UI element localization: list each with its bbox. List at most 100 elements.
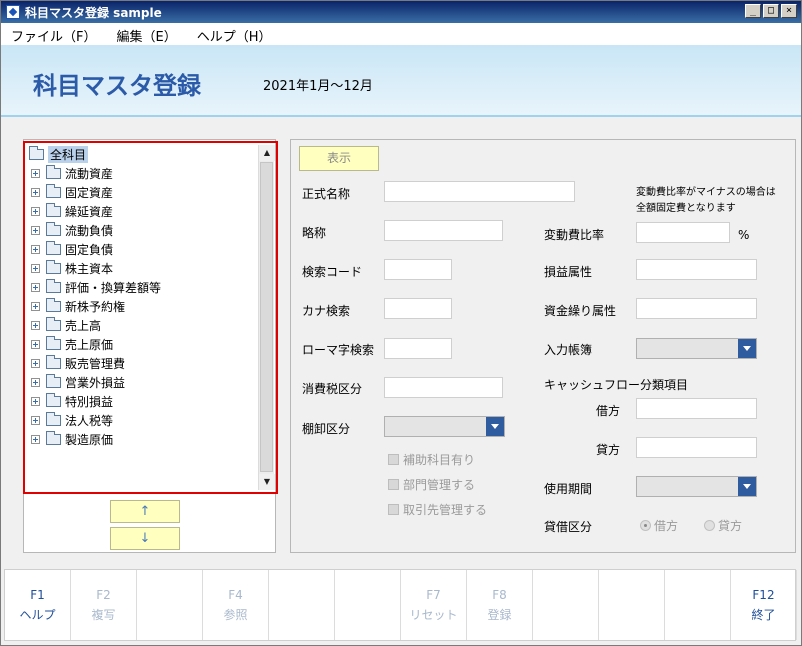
partner-checkbox[interactable]: 取引先管理する bbox=[388, 501, 487, 518]
tree-item[interactable]: 固定資産 bbox=[27, 183, 113, 202]
expand-icon[interactable] bbox=[31, 245, 40, 254]
tree-item[interactable]: 評価・換算差額等 bbox=[27, 278, 161, 297]
chevron-down-icon[interactable] bbox=[738, 477, 756, 496]
tree-item[interactable]: 製造原価 bbox=[27, 430, 113, 449]
tree-item[interactable]: 営業外損益 bbox=[27, 373, 125, 392]
close-button[interactable]: × bbox=[781, 4, 797, 18]
expand-icon[interactable] bbox=[31, 169, 40, 178]
function-key-f12[interactable]: F12 終了 bbox=[731, 570, 797, 640]
tree-item[interactable]: 売上高 bbox=[27, 316, 101, 335]
variable-cost-ratio-input[interactable] bbox=[636, 222, 730, 243]
period-of-use-select[interactable] bbox=[636, 476, 757, 497]
tree-item[interactable]: 販売管理費 bbox=[27, 354, 125, 373]
tree-item-label: 新株予約権 bbox=[65, 300, 126, 314]
show-button[interactable]: 表示 bbox=[299, 146, 379, 171]
menu-help[interactable]: ヘルプ（H） bbox=[187, 23, 282, 45]
official-name-input[interactable] bbox=[384, 181, 575, 202]
period-of-use-label: 使用期間 bbox=[544, 482, 593, 496]
expand-icon[interactable] bbox=[31, 264, 40, 273]
function-key-f2[interactable]: F2 複写 bbox=[71, 570, 137, 640]
scroll-up-button[interactable]: ▲ bbox=[259, 145, 275, 161]
cashflow-credit-input[interactable] bbox=[636, 437, 757, 458]
expand-icon[interactable] bbox=[31, 435, 40, 444]
tree-item-label: 固定負債 bbox=[65, 243, 114, 257]
search-code-input[interactable] bbox=[384, 259, 452, 280]
expand-icon[interactable] bbox=[31, 416, 40, 425]
short-name-input[interactable] bbox=[384, 220, 503, 241]
balance-debit-radio[interactable]: 借方 bbox=[640, 517, 678, 534]
menu-edit[interactable]: 編集（E） bbox=[106, 23, 186, 45]
kana-search-input[interactable] bbox=[384, 298, 452, 319]
cash-attribute-input[interactable] bbox=[636, 298, 757, 319]
input-book-select[interactable] bbox=[636, 338, 757, 359]
tree-item[interactable]: 流動負債 bbox=[27, 221, 113, 240]
function-key-f7[interactable]: F7 リセット bbox=[401, 570, 467, 640]
variable-cost-note: 変動費比率がマイナスの場合は 全額固定費となります bbox=[636, 187, 776, 214]
cashflow-debit-input[interactable] bbox=[636, 398, 757, 419]
tree-item[interactable]: 流動資産 bbox=[27, 164, 113, 183]
expand-icon[interactable] bbox=[31, 378, 40, 387]
tree-item-label: 法人税等 bbox=[65, 414, 114, 428]
romaji-search-label: ローマ字検索 bbox=[302, 343, 375, 357]
folder-icon bbox=[46, 222, 61, 236]
tree-item[interactable]: 新株予約権 bbox=[27, 297, 125, 316]
tree-item[interactable]: 売上原価 bbox=[27, 335, 113, 354]
minimize-button[interactable]: _ bbox=[745, 4, 761, 18]
title-bar[interactable]: 科目マスタ登録 sample _ □ × bbox=[1, 1, 801, 23]
expand-icon[interactable] bbox=[31, 397, 40, 406]
tree-item-label: 株主資本 bbox=[65, 262, 114, 276]
expand-icon[interactable] bbox=[31, 207, 40, 216]
function-key-f1[interactable]: F1 ヘルプ bbox=[5, 570, 71, 640]
pl-attribute-input[interactable] bbox=[636, 259, 757, 280]
tax-category-label: 消費税区分 bbox=[302, 382, 363, 396]
tree-item[interactable]: 株主資本 bbox=[27, 259, 113, 278]
function-key-empty-8 bbox=[533, 570, 599, 640]
folder-icon bbox=[46, 431, 61, 445]
tree-item[interactable]: 繰延資産 bbox=[27, 202, 113, 221]
move-down-button[interactable]: ↓ bbox=[110, 527, 180, 550]
short-name-label: 略称 bbox=[302, 226, 327, 240]
tax-category-input[interactable] bbox=[384, 377, 503, 398]
tree-scrollbar[interactable]: ▲ ▼ bbox=[258, 145, 275, 490]
function-key-f8[interactable]: F8 登録 bbox=[467, 570, 533, 640]
menu-file[interactable]: ファイル（F） bbox=[1, 23, 106, 45]
tree-item-label: 繰延資産 bbox=[65, 205, 114, 219]
scroll-down-button[interactable]: ▼ bbox=[259, 474, 275, 490]
app-icon bbox=[6, 5, 20, 19]
cashflow-debit-label: 借方 bbox=[596, 404, 621, 418]
kana-search-label: カナ検索 bbox=[302, 304, 351, 318]
tree-item[interactable]: 法人税等 bbox=[27, 411, 113, 430]
input-book-label: 入力帳簿 bbox=[544, 343, 593, 357]
expand-icon[interactable] bbox=[31, 283, 40, 292]
function-key-code: F8 bbox=[492, 588, 507, 602]
function-key-f4[interactable]: F4 参照 bbox=[203, 570, 269, 640]
chevron-down-icon[interactable] bbox=[738, 339, 756, 358]
folder-icon bbox=[46, 260, 61, 274]
expand-icon[interactable] bbox=[31, 302, 40, 311]
tree-item[interactable]: 固定負債 bbox=[27, 240, 113, 259]
tree-root[interactable]: 全科目 bbox=[27, 145, 89, 164]
balance-credit-radio[interactable]: 貸方 bbox=[704, 517, 742, 534]
tree-item-label: 営業外損益 bbox=[65, 376, 126, 390]
scroll-thumb[interactable] bbox=[260, 162, 273, 472]
tree-item-label: 流動負債 bbox=[65, 224, 114, 238]
menu-bar: ファイル（F） 編集（E） ヘルプ（H） bbox=[1, 23, 801, 45]
expand-icon[interactable] bbox=[31, 188, 40, 197]
folder-icon bbox=[29, 146, 44, 160]
expand-icon[interactable] bbox=[31, 340, 40, 349]
tree-item-label: 全科目 bbox=[48, 146, 89, 163]
sub-account-checkbox[interactable]: 補助科目有り bbox=[388, 451, 475, 468]
expand-icon[interactable] bbox=[31, 321, 40, 330]
expand-icon[interactable] bbox=[31, 226, 40, 235]
expand-icon[interactable] bbox=[31, 359, 40, 368]
move-up-button[interactable]: ↑ bbox=[110, 500, 180, 523]
romaji-search-input[interactable] bbox=[384, 338, 452, 359]
inventory-category-select[interactable] bbox=[384, 416, 505, 437]
tree-item-label: 売上原価 bbox=[65, 338, 114, 352]
department-checkbox[interactable]: 部門管理する bbox=[388, 476, 475, 493]
account-tree[interactable]: 全科目 流動資産 固定資産繰延資産流動負債固定負債株主資本評価・換算差額等新株予約権… bbox=[27, 145, 260, 490]
tree-item[interactable]: 特別損益 bbox=[27, 392, 113, 411]
chevron-down-icon[interactable] bbox=[486, 417, 504, 436]
maximize-button[interactable]: □ bbox=[763, 4, 779, 18]
folder-icon bbox=[46, 317, 61, 331]
